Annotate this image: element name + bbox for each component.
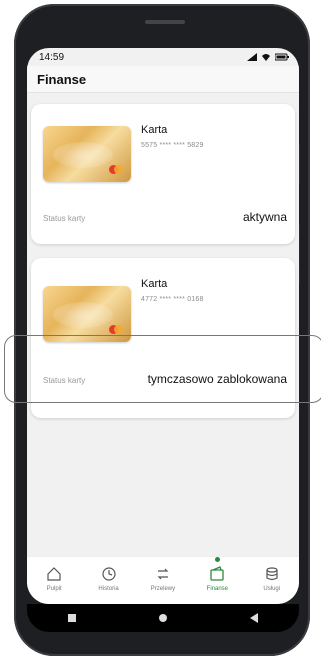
active-indicator — [214, 557, 220, 562]
card-status-value: aktywna — [242, 210, 287, 224]
back-button[interactable] — [249, 613, 258, 623]
nav-item-przelewy[interactable]: Przelewy — [139, 565, 187, 592]
card-image — [43, 286, 131, 342]
speaker-grille — [145, 20, 185, 24]
home-button[interactable] — [158, 614, 167, 622]
wifi-icon — [262, 54, 270, 61]
nav-item-finanse[interactable]: Finanse — [193, 557, 241, 592]
card-title: Karta — [141, 278, 168, 290]
system-navigation-bar — [27, 604, 299, 632]
nav-label: Przelewy — [150, 586, 176, 592]
bottom-navigation: Pulpit Historia Przelewy Finanse Usługi — [27, 556, 299, 604]
nav-item-uslugi[interactable]: Usługi — [248, 565, 296, 592]
phone-screen: 14:59 Finanse Karta 5575 **** **** 5829 … — [27, 48, 299, 604]
card-item[interactable]: Karta 5575 **** **** 5829 Status karty a… — [31, 104, 295, 244]
home-icon — [47, 567, 61, 581]
nav-item-historia[interactable]: Historia — [85, 565, 133, 592]
card-world-map — [53, 302, 113, 328]
mastercard-logo-icon — [109, 325, 123, 334]
status-bar: 14:59 — [27, 48, 299, 66]
card-status-label: Status karty — [43, 214, 86, 223]
transfer-icon — [157, 568, 169, 580]
services-icon — [266, 567, 278, 581]
highlight-frame — [4, 335, 321, 403]
status-icons — [247, 53, 289, 61]
nav-label: Historia — [98, 586, 119, 592]
mastercard-logo-icon — [109, 165, 123, 174]
nav-label: Finanse — [206, 586, 229, 592]
history-icon — [101, 567, 116, 581]
card-title: Karta — [141, 124, 168, 136]
cards-list: Karta 5575 **** **** 5829 Status karty a… — [27, 96, 299, 556]
nav-item-pulpit[interactable]: Pulpit — [30, 565, 78, 592]
battery-icon — [275, 53, 289, 61]
signal-icon — [247, 53, 257, 61]
page-title: Finanse — [27, 66, 299, 93]
card-world-map — [53, 142, 113, 168]
status-time: 14:59 — [39, 51, 65, 63]
card-image — [43, 126, 131, 182]
recents-button[interactable] — [68, 614, 77, 622]
nav-label: Pulpit — [46, 586, 62, 592]
card-number: 4772 **** **** 0168 — [141, 296, 204, 303]
nav-label: Usługi — [263, 586, 281, 592]
card-number: 5575 **** **** 5829 — [141, 142, 204, 149]
wallet-icon — [210, 566, 225, 581]
